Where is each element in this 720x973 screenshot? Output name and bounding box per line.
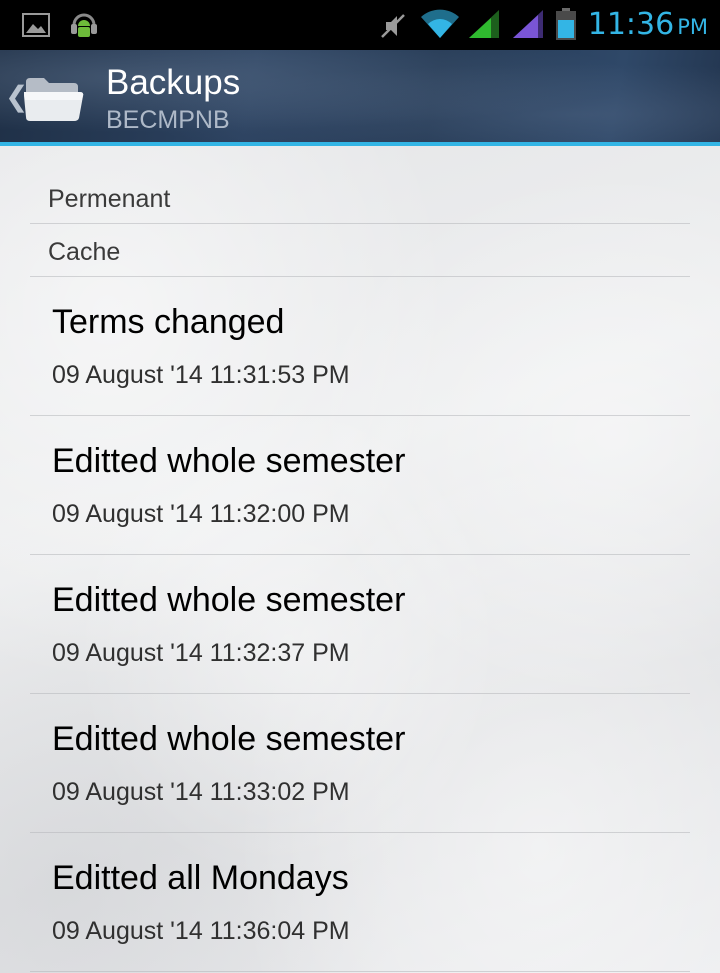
backup-title: Editted all Mondays [52, 859, 349, 897]
list-item[interactable]: Terms changed 09 August '14 11:31:53 PM [30, 277, 690, 416]
backup-timestamp: 09 August '14 11:33:02 PM [52, 778, 350, 806]
category-label: Cache [48, 238, 121, 266]
backup-timestamp: 09 August '14 11:32:00 PM [52, 500, 350, 528]
backup-content: Permenant Cache Terms changed 09 August … [0, 146, 720, 973]
backup-title: Editted whole semester [52, 581, 406, 619]
folder-icon[interactable] [22, 74, 88, 122]
wifi-icon [421, 9, 459, 38]
signal-icon-purple [513, 10, 543, 38]
backup-timestamp: 09 August '14 11:31:53 PM [52, 361, 350, 389]
signal-icon-green [469, 10, 499, 38]
clock-time: 11:36 [587, 7, 675, 42]
list-item[interactable]: Editted whole semester 09 August '14 11:… [30, 416, 690, 555]
category-cache[interactable]: Cache [30, 224, 690, 277]
battery-icon [556, 8, 576, 40]
android-headphones-icon [71, 13, 97, 37]
muted-icon [381, 14, 405, 38]
category-label: Permenant [48, 185, 171, 213]
status-clock: 11:36 PM [588, 6, 708, 46]
page-title: Backups [106, 63, 241, 102]
list-item[interactable]: Editted whole semester 09 August '14 11:… [30, 694, 690, 833]
status-bar: 11:36 PM [0, 0, 720, 50]
image-icon [22, 13, 50, 37]
clock-ampm: PM [677, 15, 708, 39]
page-subtitle: BECMPNB [106, 106, 230, 134]
list-item[interactable]: Editted all Mondays 09 August '14 11:36:… [30, 833, 690, 972]
category-permanent[interactable]: Permenant [30, 171, 690, 224]
list-item[interactable]: Editted whole semester 09 August '14 11:… [30, 555, 690, 694]
backup-title: Terms changed [52, 303, 285, 341]
backup-list: Terms changed 09 August '14 11:31:53 PM … [0, 277, 720, 972]
backup-timestamp: 09 August '14 11:36:04 PM [52, 917, 350, 945]
content-top-spacer [0, 146, 720, 171]
backup-title: Editted whole semester [52, 442, 406, 480]
backup-title: Editted whole semester [52, 720, 406, 758]
backup-timestamp: 09 August '14 11:32:37 PM [52, 639, 350, 667]
